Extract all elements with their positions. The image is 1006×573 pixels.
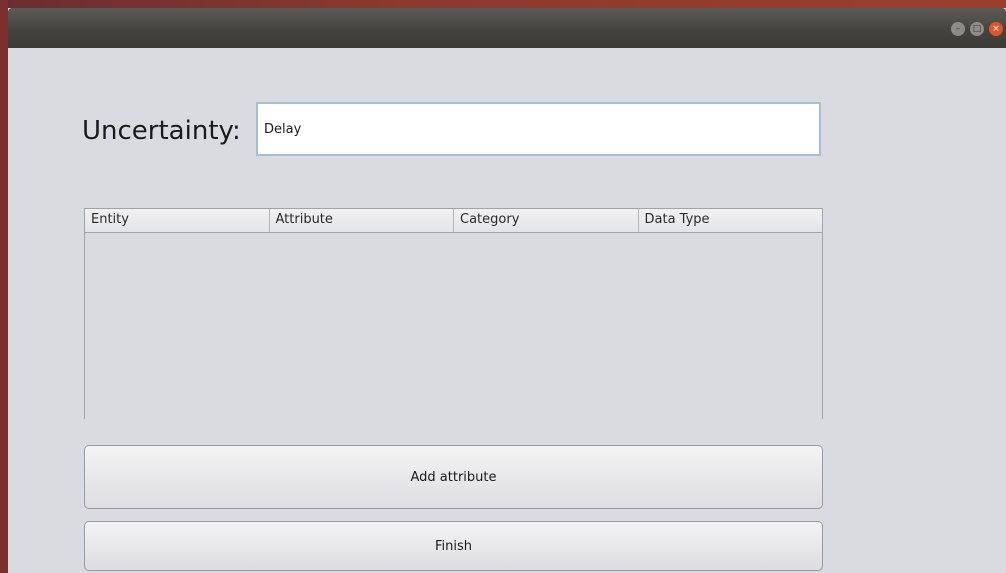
column-header-category[interactable]: Category bbox=[454, 209, 639, 232]
close-icon[interactable]: × bbox=[989, 22, 1003, 36]
minimize-icon[interactable]: – bbox=[951, 22, 965, 36]
column-header-entity[interactable]: Entity bbox=[85, 209, 270, 232]
window-titlebar[interactable]: – □ × bbox=[8, 8, 1006, 48]
column-header-data-type[interactable]: Data Type bbox=[639, 209, 823, 232]
finish-button[interactable]: Finish bbox=[84, 521, 823, 571]
add-attribute-button[interactable]: Add attribute bbox=[84, 445, 823, 509]
uncertainty-input[interactable] bbox=[256, 102, 821, 156]
uncertainty-label: Uncertainty: bbox=[82, 116, 241, 146]
desktop-background-left bbox=[0, 0, 8, 573]
attributes-table: Entity Attribute Category Data Type bbox=[84, 208, 823, 419]
table-header: Entity Attribute Category Data Type bbox=[85, 209, 822, 233]
table-body[interactable] bbox=[85, 233, 822, 419]
column-header-attribute[interactable]: Attribute bbox=[270, 209, 454, 232]
app-window: – □ × Uncertainty: Entity Attribute Cate… bbox=[8, 8, 1006, 573]
maximize-icon[interactable]: □ bbox=[970, 22, 984, 36]
